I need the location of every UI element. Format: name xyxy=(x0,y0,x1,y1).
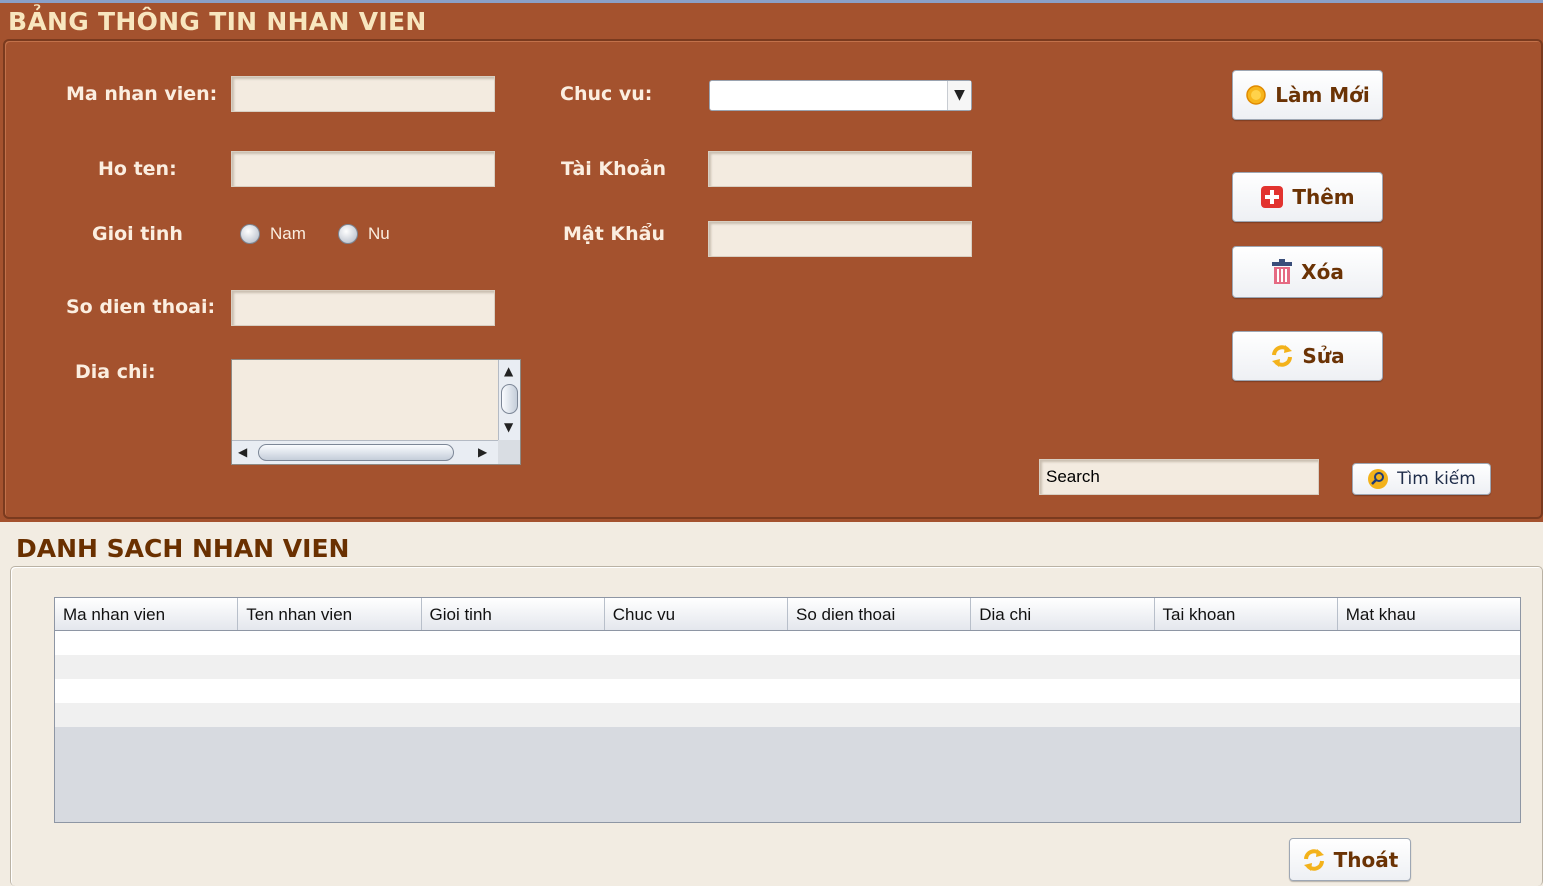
vertical-scroll-thumb[interactable] xyxy=(501,384,518,414)
table-row[interactable] xyxy=(55,679,1520,703)
column-header[interactable]: Mat khau xyxy=(1338,598,1520,630)
column-header[interactable]: Ten nhan vien xyxy=(238,598,422,630)
them-label: Thêm xyxy=(1292,185,1355,209)
label-tai-khoan: Tài Khoản xyxy=(561,158,667,180)
scroll-corner xyxy=(498,440,520,464)
scroll-right-icon[interactable]: ▶ xyxy=(478,445,487,459)
dropdown-arrow-icon[interactable]: ▼ xyxy=(947,81,971,110)
column-header[interactable]: Dia chi xyxy=(971,598,1155,630)
column-header[interactable]: Gioi tinh xyxy=(422,598,605,630)
label-chuc-vu: Chuc vu: xyxy=(560,83,653,105)
label-dia-chi: Dia chi: xyxy=(75,361,156,383)
label-ho-ten: Ho ten: xyxy=(98,158,177,180)
table-row[interactable] xyxy=(55,631,1520,655)
refresh-icon xyxy=(1270,344,1294,368)
sun-icon xyxy=(1245,84,1267,106)
label-gioi-tinh: Gioi tinh xyxy=(92,223,183,245)
column-header[interactable]: Tai khoan xyxy=(1155,598,1338,630)
column-header[interactable]: Ma nhan vien xyxy=(55,598,239,630)
sua-button[interactable]: Sửa xyxy=(1232,331,1383,381)
radio-nu[interactable]: Nu xyxy=(338,224,390,244)
thoat-label: Thoát xyxy=(1333,847,1399,872)
table-header: Ma nhan vien Ten nhan vien Gioi tinh Chu… xyxy=(55,598,1520,631)
radio-nam-label: Nam xyxy=(270,224,306,243)
radio-nu-button[interactable] xyxy=(338,224,358,244)
tim-kiem-label: Tìm kiếm xyxy=(1397,469,1476,489)
horizontal-scroll-thumb[interactable] xyxy=(258,444,454,461)
xoa-label: Xóa xyxy=(1301,260,1344,284)
chuc-vu-select[interactable]: ▼ xyxy=(709,80,972,111)
column-header[interactable]: Chuc vu xyxy=(605,598,788,630)
xoa-button[interactable]: Xóa xyxy=(1232,246,1383,298)
employee-window: BẢNG THÔNG TIN NHAN VIEN Ma nhan vien: H… xyxy=(0,0,1543,886)
horizontal-scrollbar[interactable]: ◀ ▶ xyxy=(232,440,500,464)
scroll-left-icon[interactable]: ◀ xyxy=(238,445,247,459)
lam-moi-label: Làm Mới xyxy=(1275,83,1370,107)
so-dien-thoai-field[interactable] xyxy=(231,290,495,326)
thoat-button[interactable]: Thoát xyxy=(1289,838,1411,881)
plus-icon xyxy=(1260,185,1284,209)
vertical-scrollbar[interactable]: ▲ ▼ xyxy=(498,360,520,440)
ho-ten-field[interactable] xyxy=(231,151,495,187)
radio-nu-label: Nu xyxy=(368,224,390,243)
scroll-up-icon[interactable]: ▲ xyxy=(504,364,513,378)
dia-chi-textarea[interactable]: ▲ ▼ ◀ ▶ xyxy=(231,359,521,465)
table-row[interactable] xyxy=(55,703,1520,727)
column-header[interactable]: So dien thoai xyxy=(788,598,972,630)
list-title: DANH SACH NHAN VIEN xyxy=(16,534,350,563)
refresh-icon xyxy=(1302,848,1326,872)
ma-nhan-vien-field[interactable] xyxy=(231,76,495,112)
lam-moi-button[interactable]: Làm Mới xyxy=(1232,70,1383,120)
employee-info-panel: BẢNG THÔNG TIN NHAN VIEN Ma nhan vien: H… xyxy=(0,0,1543,522)
scroll-down-icon[interactable]: ▼ xyxy=(504,420,513,434)
label-ma-nhan-vien: Ma nhan vien: xyxy=(66,83,218,105)
trash-icon xyxy=(1271,259,1293,285)
radio-nam-button[interactable] xyxy=(240,224,260,244)
search-input[interactable]: Search xyxy=(1039,459,1319,495)
label-mat-khau: Mật Khẩu xyxy=(563,223,666,245)
label-so-dien-thoai: So dien thoai: xyxy=(66,296,216,318)
employee-table[interactable]: Ma nhan vien Ten nhan vien Gioi tinh Chu… xyxy=(54,597,1521,823)
panel-title: BẢNG THÔNG TIN NHAN VIEN xyxy=(8,7,427,36)
table-row[interactable] xyxy=(55,655,1520,679)
tim-kiem-button[interactable]: Tìm kiếm xyxy=(1352,463,1491,495)
sua-label: Sửa xyxy=(1302,344,1345,368)
mat-khau-field[interactable] xyxy=(708,221,972,257)
magnifier-icon xyxy=(1367,468,1389,490)
them-button[interactable]: Thêm xyxy=(1232,172,1383,222)
radio-nam[interactable]: Nam xyxy=(240,224,306,244)
tai-khoan-field[interactable] xyxy=(708,151,972,187)
